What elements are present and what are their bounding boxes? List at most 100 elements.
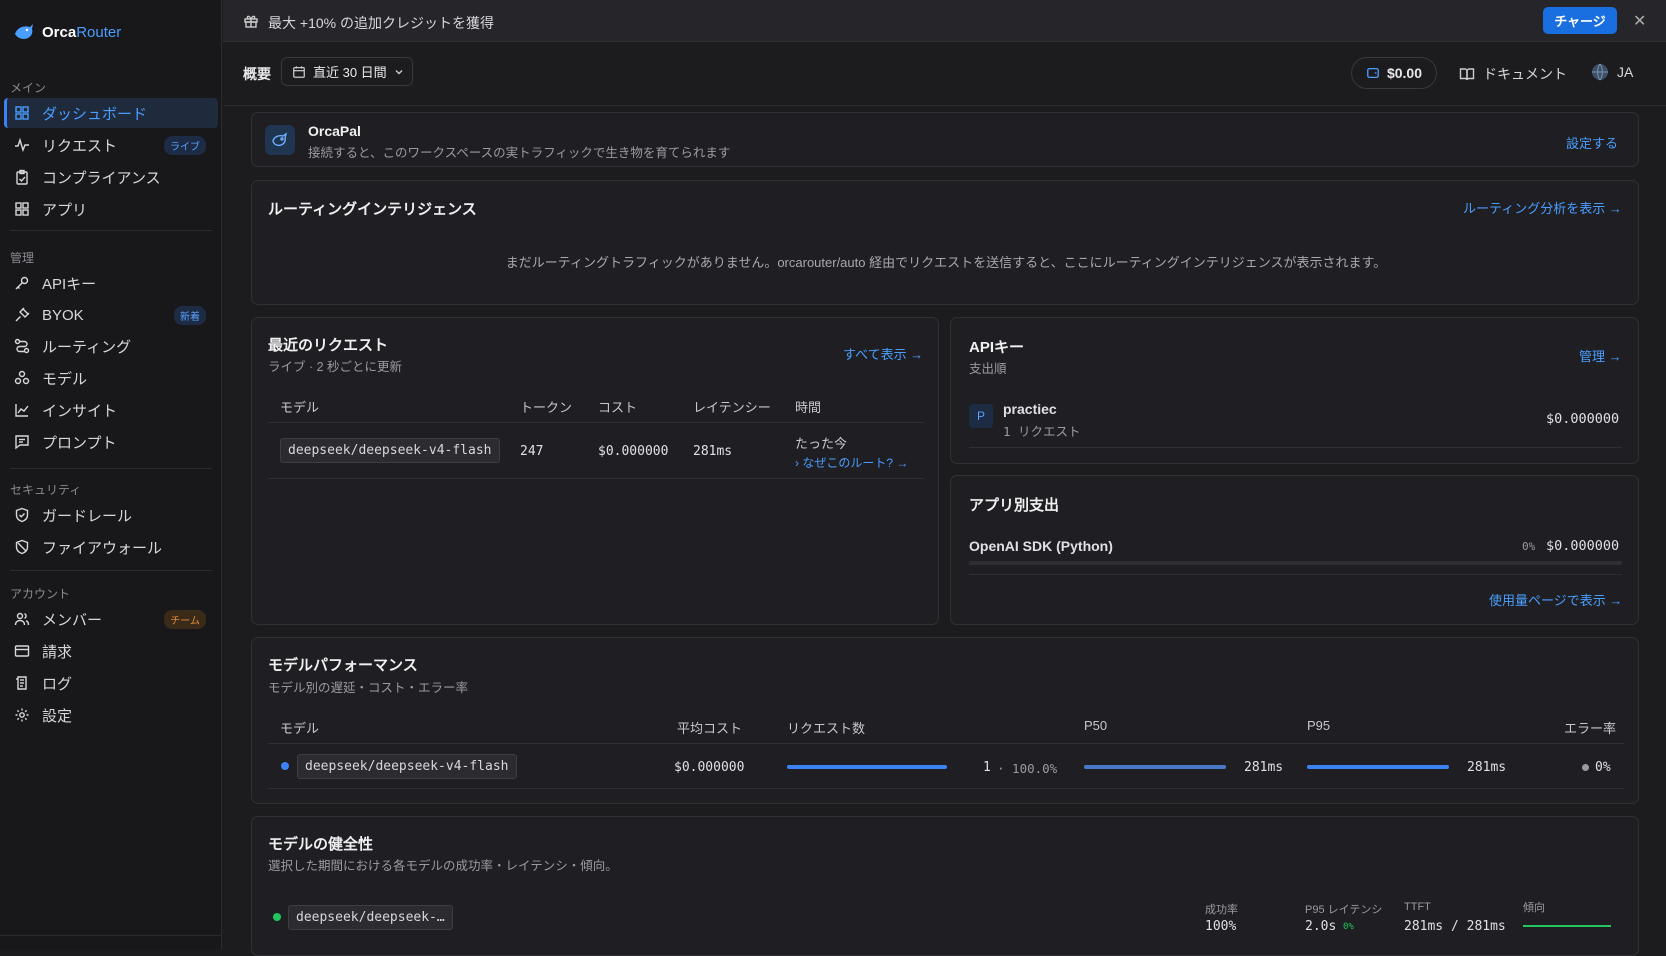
cost-cell: $0.000000 (598, 444, 669, 459)
orcapal-desc: 接続すると、このワークスペースの実トラフィックで生き物を育てられます (308, 146, 731, 160)
sidebar-item-compliance[interactable]: コンプライアンス (4, 162, 218, 192)
col-header-p95: P95 (1307, 718, 1331, 733)
p95-cell: 281ms (1467, 760, 1507, 775)
orca-logo-icon (15, 24, 33, 39)
language-label: JA (1617, 64, 1634, 80)
model-pill: deepseek/deepseek-v4-flash (280, 438, 500, 463)
routing-analytics-link[interactable]: ルーティング分析を表示 → (1463, 198, 1622, 217)
col-header-model: モデル (280, 400, 320, 415)
sidebar-item-label: 請求 (42, 643, 73, 661)
sidebar-item-billing[interactable]: 請求 (4, 636, 218, 666)
sidebar-item-api-keys[interactable]: APIキー (4, 268, 218, 298)
docs-link[interactable]: ドキュメント (1459, 64, 1567, 84)
language-select[interactable]: JA (1591, 63, 1633, 81)
sidebar-item-settings[interactable]: 設定 (4, 700, 218, 730)
recent-sub: ライブ · 2 秒ごとに更新 (268, 360, 403, 374)
col-header-tokens: トークン (520, 400, 573, 415)
sidebar-item-insights[interactable]: インサイト (4, 395, 218, 425)
models-icon (14, 370, 30, 385)
col-header-ttft: TTFT (1404, 901, 1431, 913)
col-header-trend: 傾向 (1523, 902, 1545, 914)
sidebar-item-label: APIキー (42, 275, 97, 293)
appspend-title: アプリ別支出 (969, 497, 1060, 514)
why-route-link[interactable]: › なぜこのルート? → (795, 454, 908, 471)
sidebar-item-label: コンプライアンス (42, 169, 161, 187)
sidebar-item-logs[interactable]: ログ (4, 668, 218, 698)
latency-cell: 281ms (693, 444, 733, 459)
sidebar-item-byok[interactable]: BYOK 新着 (4, 300, 218, 330)
sidebar-item-guardrails[interactable]: ガードレール (4, 500, 218, 530)
view-all-link[interactable]: すべて表示 → (843, 344, 923, 363)
recent-title: 最近のリクエスト (268, 337, 389, 354)
sidebar-item-label: ダッシュボード (42, 105, 148, 123)
time-cell: たった今 (795, 436, 848, 451)
sidebar-divider (10, 468, 212, 469)
sidebar-item-label: アプリ (42, 201, 88, 219)
table-divider (268, 478, 924, 479)
model-performance-card: モデルパフォーマンス モデル別の遅延・コスト・エラー率 モデル 平均コスト リク… (251, 637, 1639, 804)
sidebar-item-apps[interactable]: アプリ (4, 194, 218, 224)
sidebar-item-routing[interactable]: ルーティング (4, 331, 218, 361)
model-health-card: モデルの健全性 選択した期間における各モデルの成功率・レイテンシ・傾向。 dee… (251, 816, 1639, 956)
sidebar-item-dashboard[interactable]: ダッシュボード (4, 98, 218, 128)
error-rate-cell: 0% (1595, 760, 1611, 775)
col-header-latency: レイテンシー (693, 400, 771, 415)
col-header-avg-cost: 平均コスト (677, 721, 743, 736)
tokens-cell: 247 (520, 444, 544, 459)
health-dot (273, 913, 281, 921)
usage-page-link[interactable]: 使用量ページで表示 → (1489, 590, 1622, 609)
plug-icon (15, 307, 30, 322)
grid-icon (15, 106, 29, 120)
col-header-error-rate: エラー率 (1564, 721, 1617, 736)
apikeys-sub: 支出順 (969, 362, 1007, 376)
ttft-cell: 281ms / 281ms (1404, 919, 1506, 934)
table-divider (268, 422, 924, 423)
sidebar-item-label: インサイト (42, 402, 118, 420)
balance-value: $0.00 (1386, 65, 1423, 81)
sidebar-item-label: メンバー (42, 611, 103, 629)
close-icon[interactable]: ✕ (1633, 11, 1646, 31)
key-requests: 1 リクエスト (1003, 424, 1081, 439)
sidebar-item-members[interactable]: メンバー チーム (4, 604, 218, 634)
section-label-security: セキュリティ (10, 483, 82, 497)
orcapal-card: OrcaPal 接続すると、このワークスペースの実トラフィックで生き物を育てられ… (251, 112, 1639, 167)
sidebar-item-firewall[interactable]: ファイアウォール (4, 532, 218, 562)
health-title: モデルの健全性 (268, 836, 374, 853)
sidebar-item-models[interactable]: モデル (4, 363, 218, 393)
model-pill: deepseek/deepseek-v4-flash (297, 754, 517, 779)
requests-bar (787, 765, 947, 769)
requests-pct: · 100.0% (997, 761, 1058, 776)
calendar-icon (293, 65, 305, 78)
model-pill: deepseek/deepseek-… (288, 905, 453, 930)
date-range-label: 直近 30 日間 (313, 65, 387, 80)
orcapal-setup-link[interactable]: 設定する (1566, 133, 1618, 152)
section-label-account: アカウント (10, 587, 71, 601)
row-divider (969, 574, 1622, 575)
date-range-select[interactable]: 直近 30 日間 (281, 57, 413, 86)
recent-requests-card: 最近のリクエスト ライブ · 2 秒ごとに更新 すべて表示 → モデル トークン… (251, 317, 939, 625)
brand-name-a: Orca (42, 23, 77, 41)
sidebar-item-requests[interactable]: リクエスト ライブ (4, 130, 218, 160)
shield-off-icon (15, 539, 29, 555)
row-divider (969, 447, 1622, 448)
section-label-manage: 管理 (10, 251, 35, 265)
sidebar-item-prompts[interactable]: プロンプト (4, 427, 218, 457)
banner-text: 最大 +10% の追加クレジットを獲得 (268, 15, 494, 31)
manage-keys-link[interactable]: 管理 → (1579, 346, 1622, 365)
gift-icon (244, 15, 258, 28)
sidebar-item-label: プロンプト (42, 434, 117, 452)
new-badge: 新着 (174, 305, 206, 325)
series-dot (281, 762, 289, 770)
key-avatar: P (969, 404, 993, 428)
gear-icon (15, 708, 29, 722)
perf-title: モデルパフォーマンス (268, 657, 418, 674)
charge-button[interactable]: チャージ (1543, 7, 1617, 34)
routing-intelligence-card: ルーティングインテリジェンス ルーティング分析を表示 → まだルーティングトラフ… (251, 180, 1639, 305)
success-rate-cell: 100% (1205, 919, 1237, 934)
orcapal-title: OrcaPal (308, 123, 361, 139)
p50-bar (1084, 765, 1226, 769)
brand-logo[interactable]: OrcaRouter (12, 20, 121, 44)
sidebar-item-label: ガードレール (42, 507, 133, 525)
balance-button[interactable]: $0.00 (1351, 57, 1437, 89)
perf-sub: モデル別の遅延・コスト・エラー率 (268, 681, 469, 695)
